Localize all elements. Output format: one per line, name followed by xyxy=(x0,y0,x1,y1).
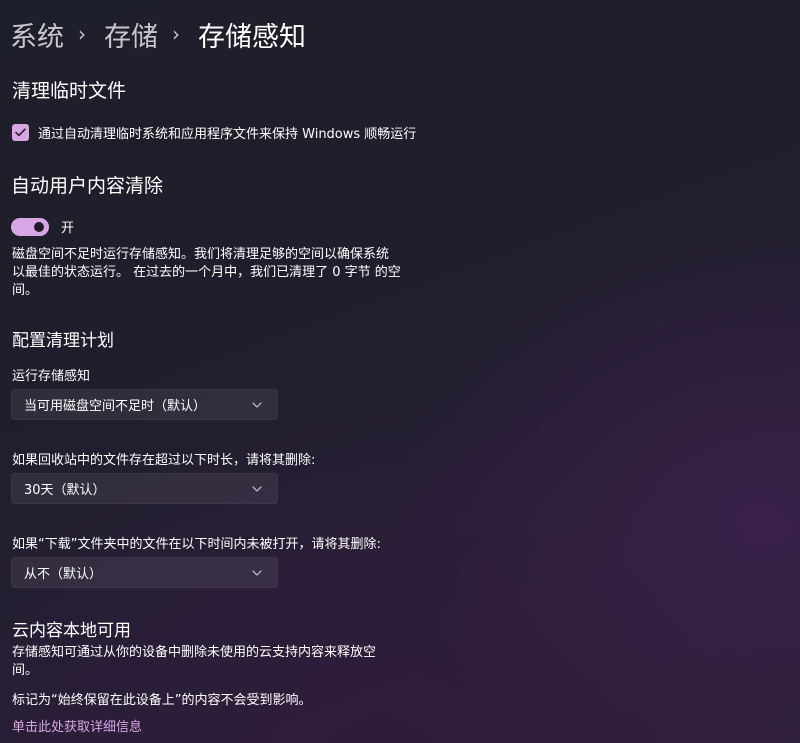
auto-cleanup-description-line: 间。 xyxy=(12,283,39,298)
checkmark-icon xyxy=(15,128,26,137)
breadcrumb-chevron-icon: › xyxy=(78,22,86,46)
temp-files-checkbox-label: 通过自动清理临时系统和应用程序文件来保持 Windows 顺畅运行 xyxy=(38,127,417,142)
recycle-bin-dropdown[interactable]: 30天（默认） xyxy=(11,473,278,504)
cloud-note: 标记为“始终保留在此设备上”的内容不会受到影响。 xyxy=(12,693,312,708)
downloads-value: 从不（默认） xyxy=(24,567,103,582)
cloud-description-line: 存储感知可通过从你的设备中删除未使用的云支持内容来释放空 xyxy=(12,645,377,660)
auto-cleanup-toggle-label: 开 xyxy=(61,221,75,236)
breadcrumb: 系统 › 存储 › 存储感知 xyxy=(10,14,306,54)
section-heading-auto-cleanup: 自动用户内容清除 xyxy=(11,175,164,197)
section-heading-schedule: 配置清理计划 xyxy=(12,331,114,351)
storage-sense-page: 系统 › 存储 › 存储感知 清理临时文件 通过自动清理临时系统和应用程序文件来… xyxy=(0,0,800,743)
run-storage-sense-label: 运行存储感知 xyxy=(12,369,91,384)
breadcrumb-item-storage[interactable]: 存储 xyxy=(104,15,158,54)
cloud-description-line: 间。 xyxy=(12,663,39,678)
run-storage-sense-value: 当可用磁盘空间不足时（默认） xyxy=(24,399,207,414)
section-heading-temp-files: 清理临时文件 xyxy=(12,80,127,102)
breadcrumb-chevron-icon: › xyxy=(172,22,180,46)
downloads-dropdown[interactable]: 从不（默认） xyxy=(11,557,278,588)
more-info-link[interactable]: 单击此处获取详细信息 xyxy=(12,716,142,735)
section-heading-cloud: 云内容本地可用 xyxy=(12,621,131,641)
chevron-down-icon xyxy=(249,481,265,497)
auto-cleanup-toggle-row: 开 xyxy=(11,217,74,236)
recycle-bin-label: 如果回收站中的文件存在超过以下时长，请将其删除: xyxy=(12,453,316,468)
breadcrumb-item-system[interactable]: 系统 xyxy=(10,15,64,54)
auto-cleanup-toggle[interactable] xyxy=(11,217,49,236)
auto-cleanup-description-line: 以最佳的状态运行。 在过去的一个月中，我们已清理了 0 字节 的空 xyxy=(12,265,401,280)
page-title: 存储感知 xyxy=(198,21,306,53)
temp-files-checkbox[interactable] xyxy=(12,124,29,141)
toggle-knob xyxy=(34,221,44,232)
downloads-label: 如果“下载”文件夹中的文件在以下时间内未被打开，请将其删除: xyxy=(12,537,381,552)
auto-cleanup-description-line: 磁盘空间不足时运行存储感知。我们将清理足够的空间以确保系统 xyxy=(12,247,390,262)
chevron-down-icon xyxy=(249,397,265,413)
recycle-bin-value: 30天（默认） xyxy=(24,483,106,498)
cloud-description: 存储感知可通过从你的设备中删除未使用的云支持内容来释放空 间。 xyxy=(12,644,452,680)
temp-files-checkbox-row[interactable]: 通过自动清理临时系统和应用程序文件来保持 Windows 顺畅运行 xyxy=(12,123,416,142)
run-storage-sense-dropdown[interactable]: 当可用磁盘空间不足时（默认） xyxy=(11,389,278,420)
auto-cleanup-description: 磁盘空间不足时运行存储感知。我们将清理足够的空间以确保系统 以最佳的状态运行。 … xyxy=(12,246,452,300)
chevron-down-icon xyxy=(249,565,265,581)
